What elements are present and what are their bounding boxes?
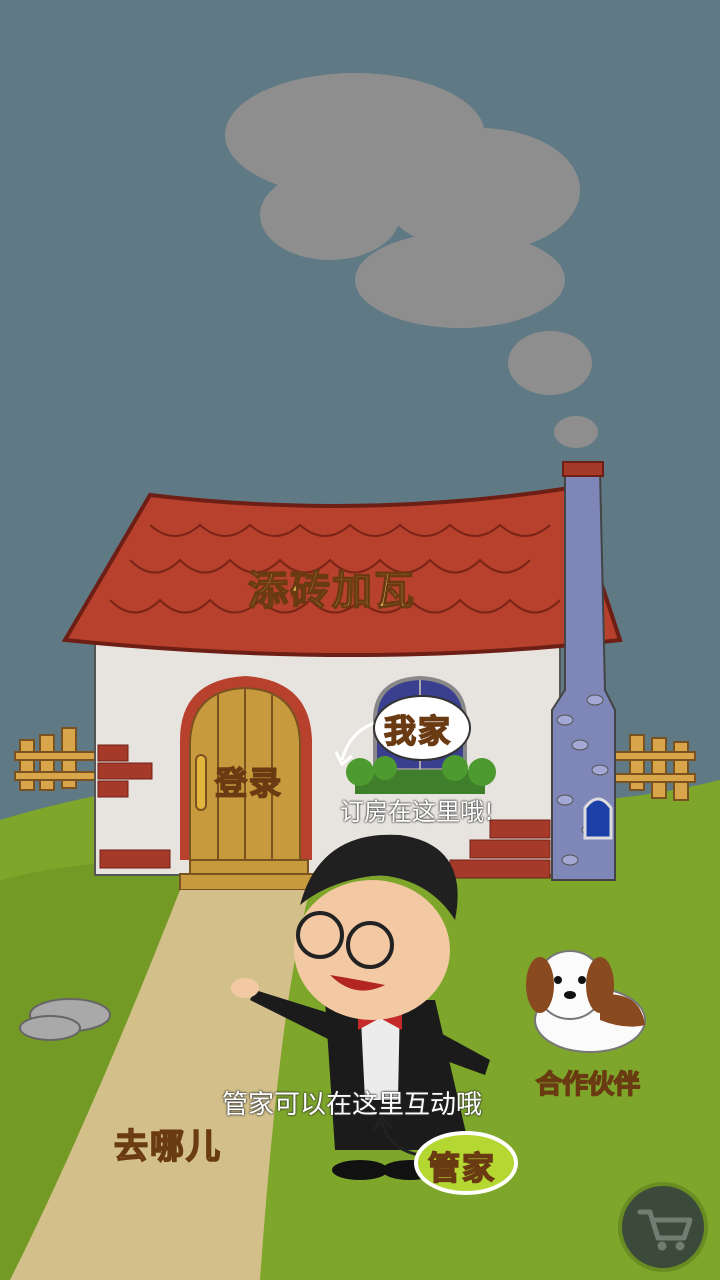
butler-button[interactable]: 管家	[416, 1133, 516, 1193]
thought-cloud	[225, 73, 598, 448]
left-fence	[14, 727, 106, 791]
butler-hint: 管家可以在这里互动哦	[222, 1090, 483, 1120]
partner-label: 合作伙伴	[535, 1069, 641, 1101]
goto-label: 去哪儿	[113, 1126, 222, 1168]
roof-sign: 添砖加瓦	[247, 567, 416, 615]
myhome-hint: 订房在这里哦!	[340, 798, 494, 826]
cart-icon	[637, 1209, 693, 1251]
butler-label: 管家	[427, 1148, 497, 1188]
login-button[interactable]: 登录	[185, 680, 310, 865]
partner-button[interactable]: 合作伙伴	[520, 940, 670, 1101]
login-label: 登录	[214, 763, 284, 803]
cart-button[interactable]	[622, 1186, 704, 1268]
myhome-button[interactable]: 我家	[374, 696, 470, 760]
myhome-label: 我家	[383, 711, 453, 751]
right-fence	[614, 734, 696, 801]
goto-button[interactable]: 去哪儿	[110, 1115, 235, 1168]
